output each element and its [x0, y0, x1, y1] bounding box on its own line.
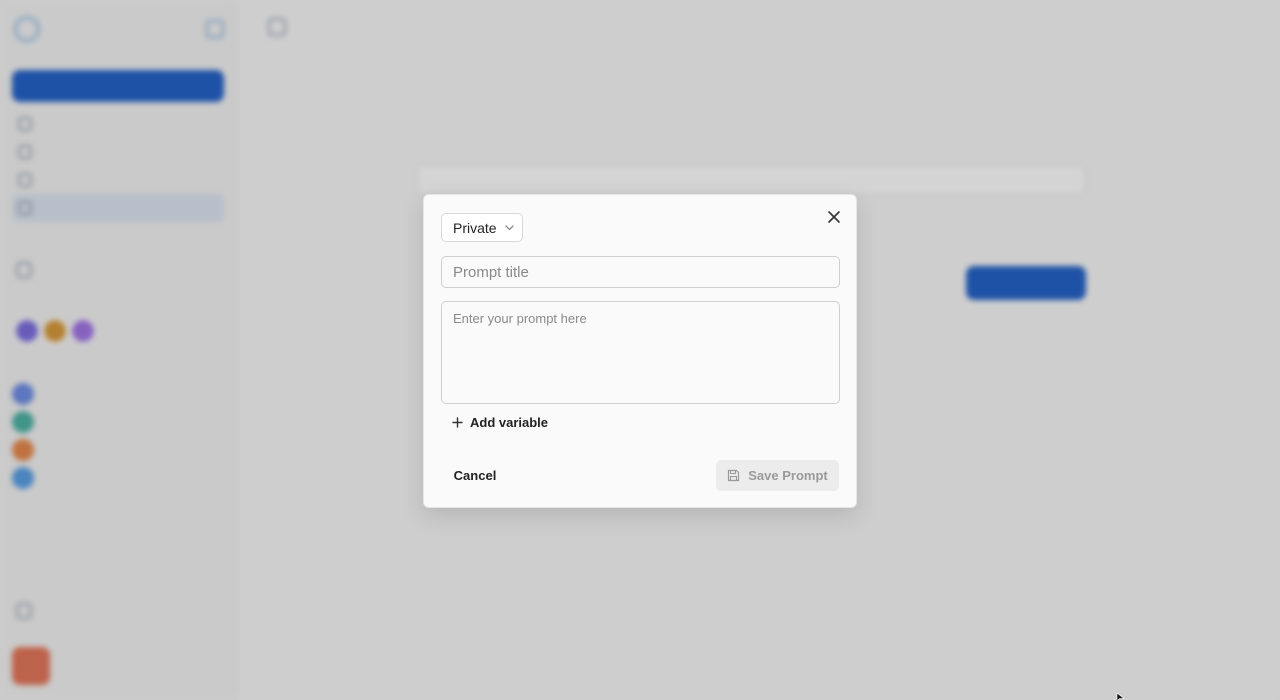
plus-icon: [452, 417, 464, 429]
add-variable-label: Add variable: [470, 415, 549, 430]
visibility-select[interactable]: Private: [441, 213, 523, 242]
prompt-body-textarea[interactable]: [441, 301, 840, 404]
cancel-button[interactable]: Cancel: [441, 460, 509, 490]
save-prompt-label: Save Prompt: [748, 468, 828, 483]
mouse-cursor-icon: [1116, 692, 1125, 700]
close-button[interactable]: [824, 207, 844, 227]
visibility-select-value: Private: [453, 219, 497, 236]
new-prompt-dialog: Private Add variable Cancel Save Prompt: [423, 194, 857, 508]
floppy-disk-icon: [727, 469, 741, 483]
chevron-down-icon: [504, 223, 514, 232]
close-icon: [828, 211, 840, 223]
cancel-label: Cancel: [453, 467, 497, 483]
prompt-title-input[interactable]: [441, 256, 840, 288]
add-variable-button[interactable]: Add variable: [452, 415, 548, 430]
save-prompt-button[interactable]: Save Prompt: [716, 460, 839, 491]
